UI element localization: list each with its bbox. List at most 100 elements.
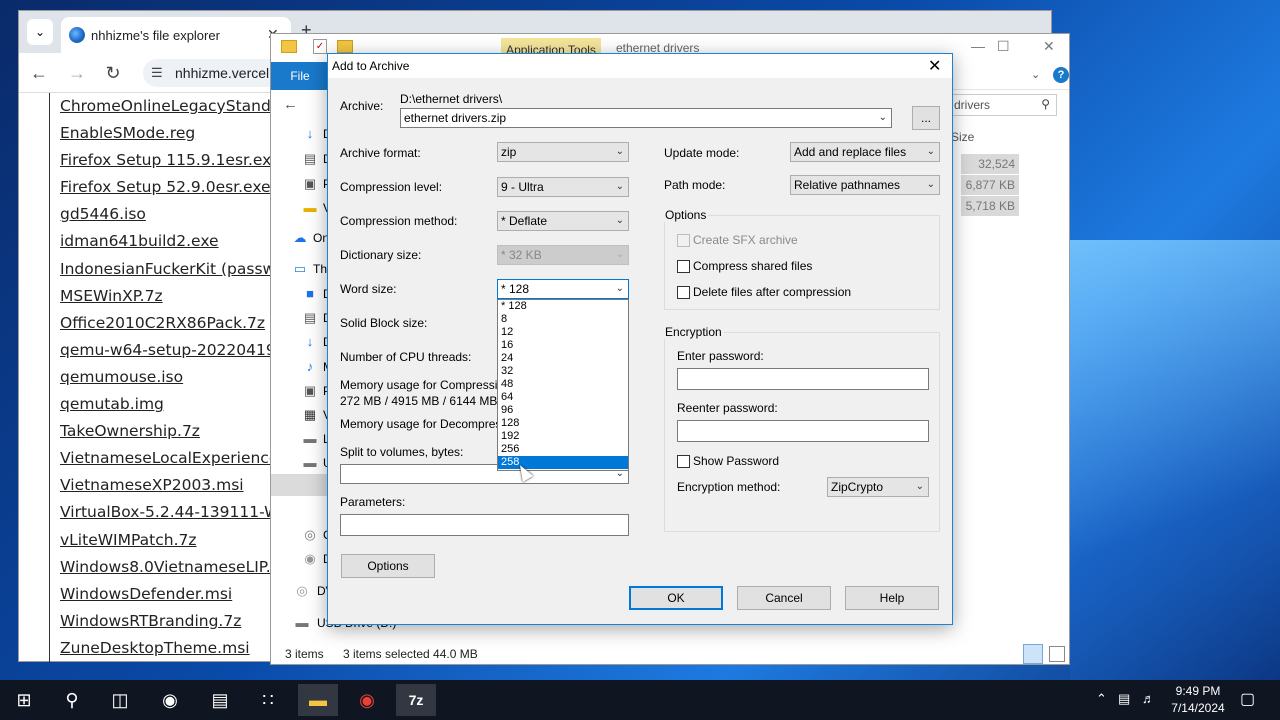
- size-cell[interactable]: 5,718 KB: [961, 196, 1019, 216]
- file-link[interactable]: TakeOwnership.7z: [50, 418, 299, 445]
- notifications-icon[interactable]: ▢: [1240, 689, 1255, 709]
- back-arrow-icon[interactable]: ←: [283, 96, 298, 113]
- column-header-size[interactable]: Size: [951, 130, 974, 144]
- file-link[interactable]: idman641build2.exe: [50, 228, 299, 255]
- back-arrow-icon[interactable]: ←: [27, 61, 51, 85]
- file-link[interactable]: WindowsRTBranding.7z: [50, 608, 299, 635]
- word-size-option[interactable]: 96: [498, 404, 628, 417]
- close-icon[interactable]: ✕: [1043, 38, 1055, 55]
- file-link[interactable]: EnableSMode.reg: [50, 120, 299, 147]
- forward-arrow-icon[interactable]: →: [65, 61, 89, 85]
- compression-method-value: * Deflate: [501, 214, 548, 228]
- volume-icon[interactable]: ♬: [1142, 691, 1155, 706]
- word-size-option[interactable]: 128: [498, 417, 628, 430]
- show-hidden-icons-chevron-icon[interactable]: ⌃: [1096, 691, 1107, 707]
- chrome-icon[interactable]: ◉: [347, 684, 387, 716]
- desktop-wallpaper-light: [1070, 240, 1280, 700]
- help-button[interactable]: Help: [845, 586, 939, 610]
- file-link[interactable]: WindowsDefender.msi: [50, 581, 299, 608]
- ok-button[interactable]: OK: [629, 586, 723, 610]
- search-icon[interactable]: ⚲: [52, 684, 92, 716]
- compression-level-select[interactable]: 9 - Ultra ⌄: [497, 177, 629, 197]
- browser-app-icon[interactable]: ◉: [150, 684, 190, 716]
- file-list: ChromeOnlineLegacyStanda EnableSMode.reg F…: [49, 93, 299, 663]
- split-volumes-label: Split to volumes, bytes:: [340, 445, 464, 459]
- maximize-icon[interactable]: ☐: [997, 38, 1010, 55]
- nav-selected-highlight: [271, 474, 329, 496]
- reload-icon[interactable]: ↻: [101, 61, 125, 85]
- file-link[interactable]: VietnameseXP2003.msi: [50, 472, 299, 499]
- file-link[interactable]: MSEWinXP.7z: [50, 283, 299, 310]
- enter-password-input[interactable]: [677, 368, 929, 390]
- chevron-down-icon[interactable]: ⌄: [879, 109, 887, 127]
- file-link[interactable]: ChromeOnlineLegacyStanda: [50, 93, 299, 120]
- word-size-option[interactable]: 16: [498, 339, 628, 352]
- parameters-input[interactable]: [340, 514, 629, 536]
- file-link[interactable]: Office2010C2RX86Pack.7z: [50, 310, 299, 337]
- compress-shared-checkbox[interactable]: [677, 260, 690, 273]
- minimize-icon[interactable]: —: [971, 38, 985, 54]
- help-icon[interactable]: ?: [1053, 67, 1069, 83]
- word-size-option[interactable]: * 128: [498, 300, 628, 313]
- word-size-option[interactable]: 32: [498, 365, 628, 378]
- 7zip-icon[interactable]: 7z: [396, 684, 436, 716]
- file-link[interactable]: vLiteWIMPatch.7z: [50, 527, 299, 554]
- browse-button[interactable]: ...: [912, 106, 940, 130]
- task-view-icon[interactable]: ◫: [100, 684, 140, 716]
- file-link[interactable]: qemumouse.iso: [50, 364, 299, 391]
- apps-grid-icon[interactable]: ∷: [248, 684, 288, 716]
- clock-date[interactable]: 7/14/2024: [1163, 701, 1233, 715]
- file-link[interactable]: VietnameseLocalExperience: [50, 445, 299, 472]
- details-view-icon[interactable]: [1023, 644, 1043, 664]
- file-link[interactable]: VirtualBox-5.2.44-139111-Wi: [50, 499, 299, 526]
- tab-search-chevron-icon[interactable]: ⌄: [27, 19, 53, 45]
- new-folder-icon[interactable]: [337, 40, 353, 53]
- ribbon-expand-chevron-icon[interactable]: ⌄: [1031, 68, 1040, 81]
- file-explorer-icon[interactable]: ▬: [298, 684, 338, 716]
- size-cell[interactable]: 32,524 KB: [961, 154, 1019, 191]
- show-password-checkbox[interactable]: [677, 455, 690, 468]
- file-link[interactable]: gd5446.iso: [50, 201, 299, 228]
- delete-after-checkbox[interactable]: [677, 286, 690, 299]
- file-link[interactable]: qemutab.img: [50, 391, 299, 418]
- browser-tab[interactable]: nhhizme's file explorer ✕: [61, 17, 291, 53]
- start-windows-icon[interactable]: ⊞: [4, 684, 44, 716]
- update-mode-select[interactable]: Add and replace files ⌄: [790, 142, 940, 162]
- word-size-option[interactable]: 8: [498, 313, 628, 326]
- archive-name-combo[interactable]: ethernet drivers.zip ⌄: [400, 108, 892, 128]
- word-size-option[interactable]: 48: [498, 378, 628, 391]
- close-icon[interactable]: ✕: [928, 56, 941, 76]
- file-link[interactable]: Firefox Setup 52.9.0esr.exe: [50, 174, 299, 201]
- site-info-icon[interactable]: ☰: [151, 65, 163, 81]
- large-icons-view-icon[interactable]: [1049, 646, 1065, 662]
- size-cell[interactable]: 6,877 KB: [961, 175, 1019, 195]
- file-link[interactable]: qemu-w64-setup-20220419.e: [50, 337, 299, 364]
- file-link[interactable]: Windows8.0VietnameseLIP.7: [50, 554, 299, 581]
- encryption-method-select[interactable]: ZipCrypto ⌄: [827, 477, 929, 497]
- properties-check-icon[interactable]: ✓: [313, 39, 327, 54]
- options-button[interactable]: Options: [341, 554, 435, 578]
- compression-method-select[interactable]: * Deflate ⌄: [497, 211, 629, 231]
- file-link[interactable]: Firefox Setup 115.9.1esr.exe: [50, 147, 299, 174]
- word-size-option[interactable]: 192: [498, 430, 628, 443]
- archive-format-select[interactable]: zip ⌄: [497, 142, 629, 162]
- network-icon[interactable]: ▤: [1118, 691, 1130, 707]
- reenter-password-input[interactable]: [677, 420, 929, 442]
- word-size-option[interactable]: 12: [498, 326, 628, 339]
- clock-time[interactable]: 9:49 PM: [1168, 684, 1228, 698]
- word-size-option[interactable]: 24: [498, 352, 628, 365]
- dictionary-size-select[interactable]: * 32 KB ⌄: [497, 245, 629, 265]
- nav-item-label[interactable]: Th: [313, 262, 327, 276]
- word-size-select[interactable]: * 128 ⌄: [497, 279, 629, 299]
- path-mode-select[interactable]: Relative pathnames ⌄: [790, 175, 940, 195]
- create-sfx-checkbox[interactable]: [677, 234, 690, 247]
- ribbon-file-tab[interactable]: File: [271, 62, 329, 90]
- address-text: nhhizme.vercel.: [175, 65, 274, 81]
- file-link[interactable]: ZuneDesktopTheme.msi: [50, 635, 299, 662]
- file-link[interactable]: IndonesianFuckerKit (passw: [50, 256, 299, 283]
- computer-app-icon[interactable]: ▤: [200, 684, 240, 716]
- word-size-option[interactable]: 64: [498, 391, 628, 404]
- cancel-button[interactable]: Cancel: [737, 586, 831, 610]
- word-size-option[interactable]: 256: [498, 443, 628, 456]
- search-box[interactable]: drivers ⚲: [947, 94, 1057, 116]
